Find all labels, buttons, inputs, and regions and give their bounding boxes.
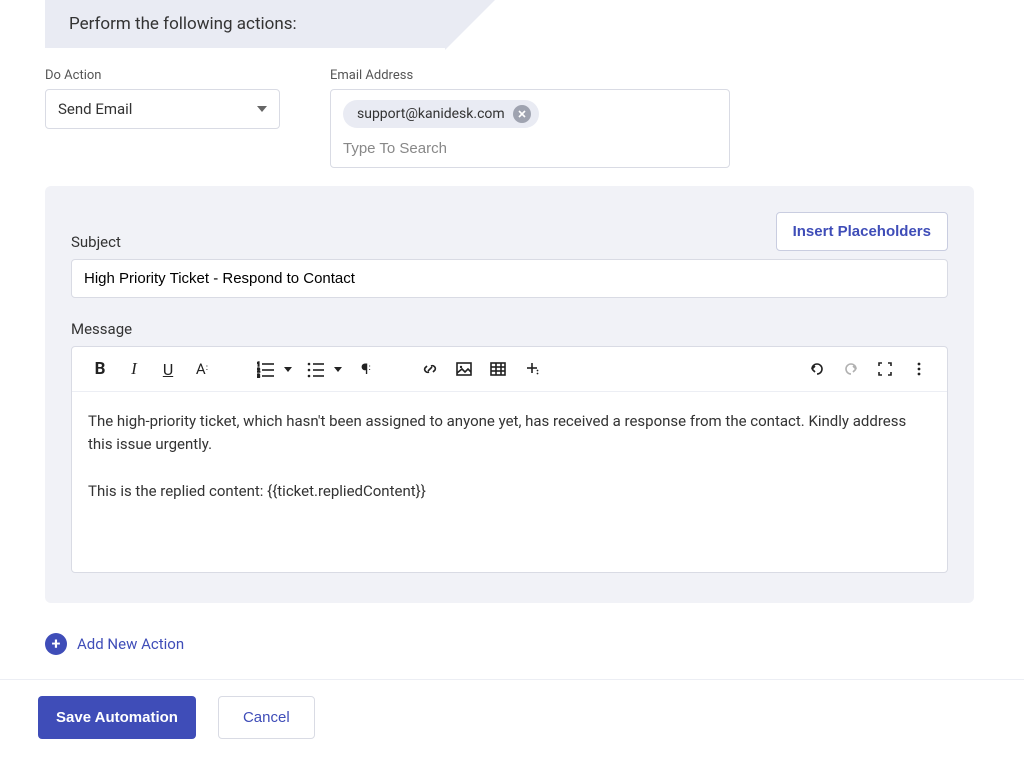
- editor-toolbar: B I U A∶ 123 ¶∶: [72, 347, 947, 392]
- subject-input[interactable]: [71, 259, 948, 298]
- form-footer: Save Automation Cancel: [0, 679, 1024, 739]
- rich-text-editor: B I U A∶ 123 ¶∶: [71, 346, 948, 573]
- section-header: Perform the following actions:: [45, 0, 445, 48]
- image-icon[interactable]: [450, 355, 478, 383]
- email-chip: support@kanidesk.com: [343, 100, 539, 128]
- email-address-label: Email Address: [330, 68, 730, 83]
- insert-placeholders-button[interactable]: Insert Placeholders: [776, 212, 948, 251]
- ordered-list-options-icon[interactable]: [284, 367, 292, 372]
- table-icon[interactable]: [484, 355, 512, 383]
- ordered-list-icon[interactable]: 123: [252, 355, 280, 383]
- email-search-input[interactable]: [343, 138, 717, 159]
- section-title: Perform the following actions:: [69, 14, 297, 34]
- email-address-input-container[interactable]: support@kanidesk.com: [330, 89, 730, 168]
- undo-icon[interactable]: [803, 355, 831, 383]
- remove-email-icon[interactable]: [513, 105, 531, 123]
- unordered-list-options-icon[interactable]: [334, 367, 342, 372]
- link-icon[interactable]: [416, 355, 444, 383]
- plus-circle-icon: +: [45, 633, 67, 655]
- subject-label: Subject: [71, 233, 121, 251]
- add-new-action-label: Add New Action: [77, 635, 184, 653]
- email-content-panel: Subject Insert Placeholders Message B I …: [45, 186, 974, 603]
- do-action-value: Send Email: [58, 100, 132, 118]
- more-options-icon[interactable]: [905, 355, 933, 383]
- redo-icon[interactable]: [837, 355, 865, 383]
- action-config-row: Do Action Send Email Email Address suppo…: [45, 68, 974, 168]
- underline-icon[interactable]: U: [154, 355, 182, 383]
- do-action-field: Do Action Send Email: [45, 68, 280, 129]
- message-body-input[interactable]: The high-priority ticket, which hasn't b…: [72, 392, 947, 572]
- bold-icon[interactable]: B: [86, 355, 114, 383]
- do-action-label: Do Action: [45, 68, 280, 83]
- add-new-action-button[interactable]: + Add New Action: [45, 633, 184, 655]
- email-address-field: Email Address support@kanidesk.com: [330, 68, 730, 168]
- fullscreen-icon[interactable]: [871, 355, 899, 383]
- automation-actions-form: Perform the following actions: Do Action…: [0, 0, 1024, 779]
- italic-icon[interactable]: I: [120, 355, 148, 383]
- unordered-list-icon[interactable]: [302, 355, 330, 383]
- paragraph-format-icon[interactable]: ¶∶: [352, 355, 380, 383]
- text-color-icon[interactable]: A∶: [188, 355, 216, 383]
- chevron-down-icon: [257, 106, 267, 112]
- cancel-button[interactable]: Cancel: [218, 696, 315, 739]
- svg-text:3: 3: [257, 374, 260, 378]
- email-chip-text: support@kanidesk.com: [357, 106, 505, 122]
- save-automation-button[interactable]: Save Automation: [38, 696, 196, 739]
- message-label: Message: [71, 320, 948, 338]
- insert-more-icon[interactable]: [518, 355, 546, 383]
- do-action-select[interactable]: Send Email: [45, 89, 280, 129]
